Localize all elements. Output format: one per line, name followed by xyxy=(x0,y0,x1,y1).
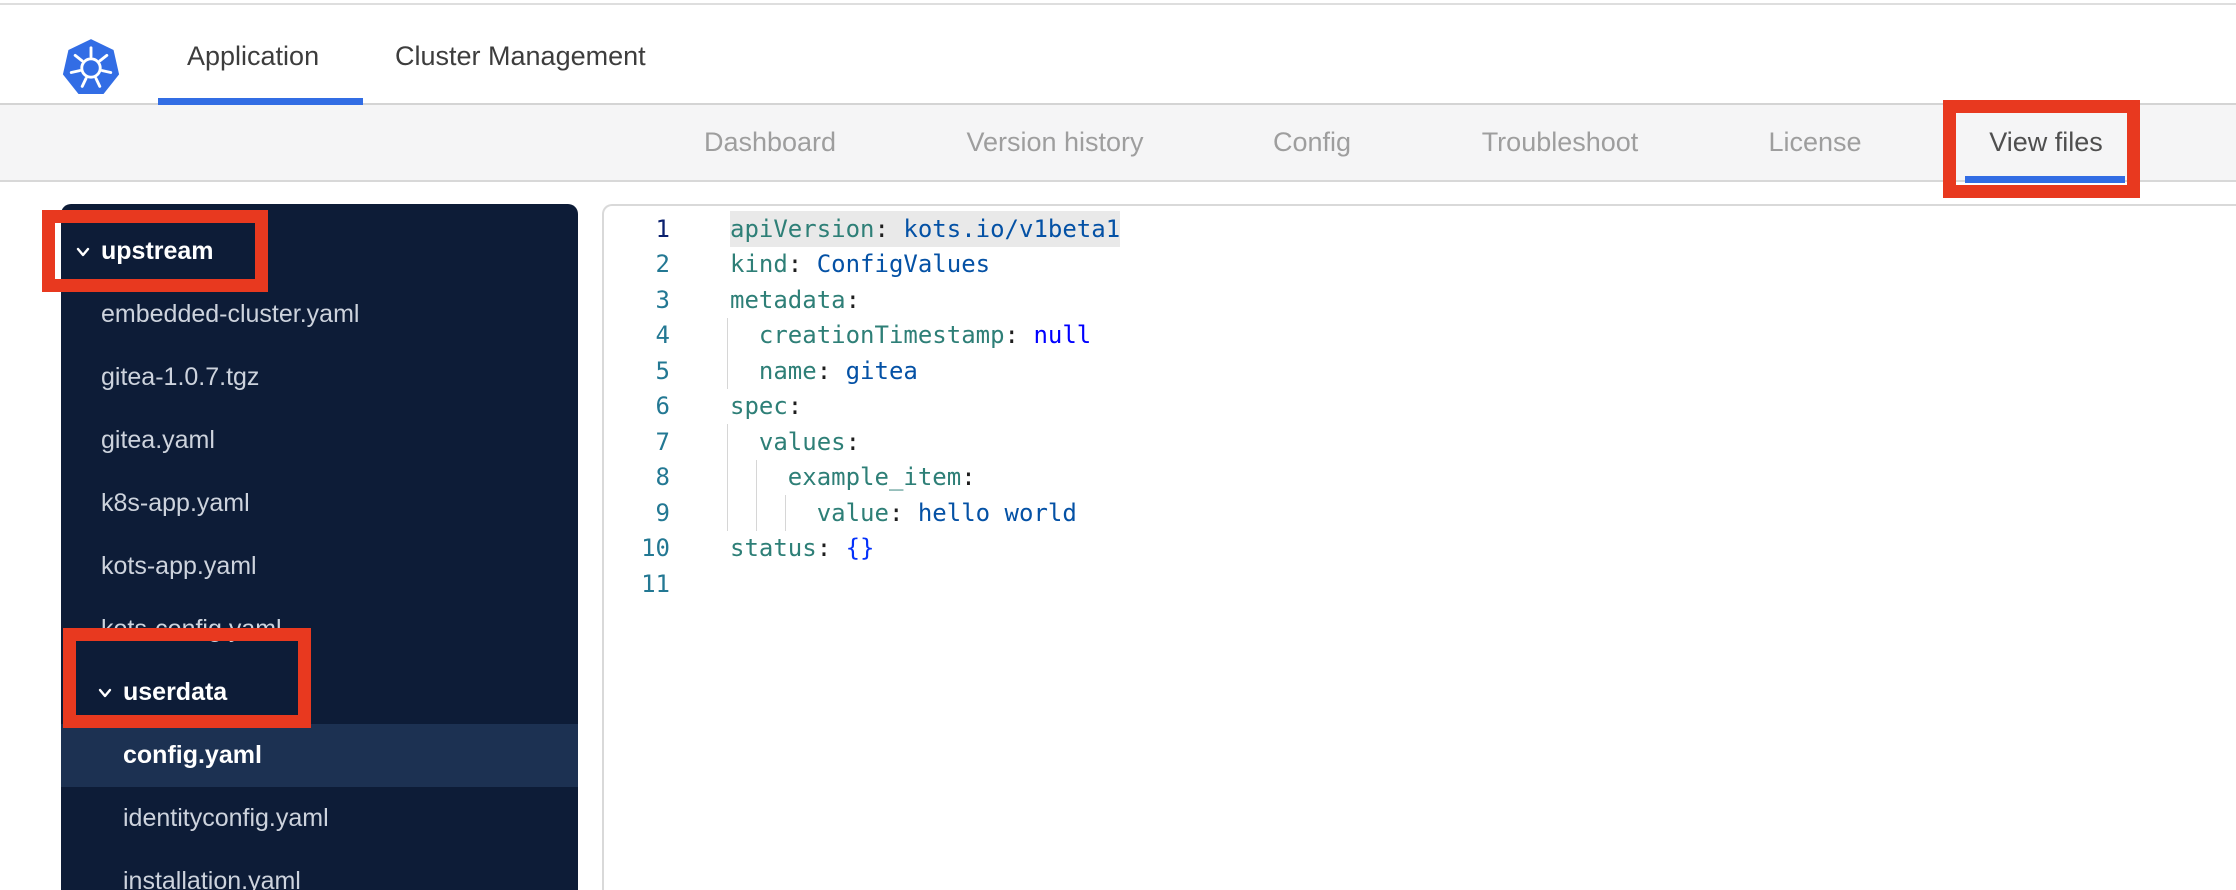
code-line: 10 status: {} xyxy=(604,531,2236,567)
subnav-tab-license[interactable]: License xyxy=(1768,127,1861,158)
active-subnav-underline xyxy=(1965,176,2125,183)
file-gitea-1.0.7.tgz[interactable]: gitea-1.0.7.tgz xyxy=(61,346,578,409)
code-line-text: value: hello world xyxy=(727,495,1077,531)
tree-item-label: kots-config.yaml xyxy=(101,615,282,643)
tree-item-label: gitea-1.0.7.tgz xyxy=(101,363,260,391)
indent-guide xyxy=(727,353,728,389)
chevron-down-icon xyxy=(76,247,90,256)
code-line: 11 xyxy=(604,566,2236,602)
code-line: 5 name: gitea xyxy=(604,353,2236,389)
tree-item-label: userdata xyxy=(123,678,228,706)
subnav-tab-troubleshoot[interactable]: Troubleshoot xyxy=(1482,127,1639,158)
tree-item-label: config.yaml xyxy=(123,741,262,769)
tree-item-label: gitea.yaml xyxy=(101,426,215,454)
indent-guide xyxy=(727,459,728,495)
tree-item-label: kots-app.yaml xyxy=(101,552,257,580)
line-number: 3 xyxy=(655,285,670,314)
code-line-text: kind: ConfigValues xyxy=(730,250,991,279)
line-number: 4 xyxy=(655,321,670,350)
line-number: 8 xyxy=(655,463,670,492)
indent-guide xyxy=(755,495,757,531)
line-number: 9 xyxy=(655,498,670,527)
kubernetes-logo-icon xyxy=(62,39,120,95)
app-subnav: Dashboard Version history Config Trouble… xyxy=(0,105,2236,183)
code-line: 6 spec: xyxy=(604,389,2236,425)
code-line-text: name: gitea xyxy=(727,353,918,389)
subnav-tab-view-files[interactable]: View files xyxy=(1989,127,2103,158)
header-bar: Application Cluster Management xyxy=(0,5,2236,105)
code-line: 2 kind: ConfigValues xyxy=(604,247,2236,283)
code-line-text: status: {} xyxy=(730,534,875,563)
subnav-tab-version-history[interactable]: Version history xyxy=(966,127,1143,158)
file-gitea.yaml[interactable]: gitea.yaml xyxy=(61,409,578,472)
code-line: 1 apiVersion: kots.io/v1beta1 xyxy=(604,211,2236,247)
code-line-text: values: xyxy=(727,424,860,460)
file-kots-app.yaml[interactable]: kots-app.yaml xyxy=(61,535,578,598)
kots-admin-console: Application Cluster Management Dashboard… xyxy=(0,0,2236,890)
chevron-down-icon xyxy=(98,688,112,697)
tree-item-label: installation.yaml xyxy=(123,867,301,890)
tree-item-label: embedded-cluster.yaml xyxy=(101,300,360,328)
line-number: 5 xyxy=(655,356,670,385)
file-identityconfig.yaml[interactable]: identityconfig.yaml xyxy=(61,787,578,850)
active-tab-underline xyxy=(158,98,363,105)
tree-item-label: upstream xyxy=(101,237,214,265)
code-line: 4 creationTimestamp: null xyxy=(604,317,2236,353)
line-number: 11 xyxy=(641,569,670,598)
tree-item-label: identityconfig.yaml xyxy=(123,804,329,832)
code-line: 8 example_item: xyxy=(604,459,2236,495)
folder-upstream[interactable]: upstream xyxy=(61,220,578,283)
code-line-text: apiVersion: kots.io/v1beta1 xyxy=(730,211,1121,247)
file-k8s-app.yaml[interactable]: k8s-app.yaml xyxy=(61,472,578,535)
line-number: 7 xyxy=(655,427,670,456)
line-number: 1 xyxy=(655,214,670,243)
line-number: 10 xyxy=(641,534,670,563)
code-line-text: creationTimestamp: null xyxy=(727,317,1091,353)
code-line: 3 metadata: xyxy=(604,282,2236,318)
file-installation.yaml[interactable]: installation.yaml xyxy=(61,850,578,890)
yaml-file-viewer[interactable]: 1 apiVersion: kots.io/v1beta1 2 kind: Confi… xyxy=(602,204,2236,890)
line-number: 2 xyxy=(655,250,670,279)
file-embedded-cluster.yaml[interactable]: embedded-cluster.yaml xyxy=(61,283,578,346)
file-config.yaml[interactable]: config.yaml xyxy=(61,724,578,787)
tree-item-label: k8s-app.yaml xyxy=(101,489,250,517)
indent-guide xyxy=(755,459,757,495)
subnav-tab-dashboard[interactable]: Dashboard xyxy=(704,127,836,158)
tab-cluster-management[interactable]: Cluster Management xyxy=(395,41,646,72)
code-line-text: metadata: xyxy=(730,285,861,314)
code-line-text: spec: xyxy=(730,392,803,421)
file-tree-sidebar: upstream embedded-cluster.yaml gitea-1.0.7… xyxy=(61,204,578,890)
line-number: 6 xyxy=(655,392,670,421)
code-line: 7 values: xyxy=(604,424,2236,460)
file-kots-config.yaml[interactable]: kots-config.yaml xyxy=(61,598,578,661)
code-line: 9 value: hello world xyxy=(604,495,2236,531)
indent-guide xyxy=(727,495,728,531)
indent-guide xyxy=(727,317,728,353)
indent-guide xyxy=(727,424,728,460)
code-line-text: example_item: xyxy=(727,459,976,495)
tab-application[interactable]: Application xyxy=(187,41,319,72)
indent-guide xyxy=(784,495,786,531)
folder-userdata[interactable]: userdata xyxy=(61,661,578,724)
subnav-tab-config[interactable]: Config xyxy=(1273,127,1351,158)
